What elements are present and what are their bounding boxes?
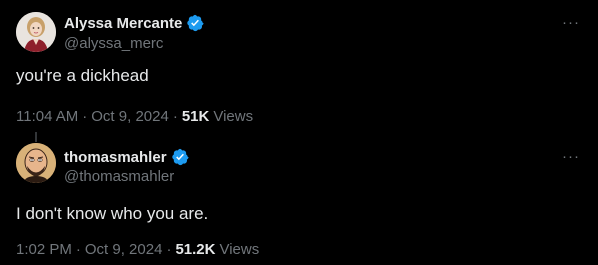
more-options-icon[interactable]: ··· xyxy=(562,14,580,31)
avatar[interactable] xyxy=(16,12,56,52)
views-label: Views xyxy=(219,241,260,258)
separator: · xyxy=(172,108,178,125)
tweet-meta: 1:02 PM · Oct 9, 2024 · 51.2K Views xyxy=(16,241,259,258)
tweet-2[interactable]: thomasmahler @thomasmahler ··· I don't k… xyxy=(0,135,598,265)
avatar[interactable] xyxy=(16,143,56,183)
separator: · xyxy=(75,241,81,258)
tweet-text: you're a dickhead xyxy=(16,66,149,85)
more-options-icon[interactable]: ··· xyxy=(562,148,580,165)
user-handle[interactable]: @alyssa_merc xyxy=(64,35,163,52)
display-name[interactable]: Alyssa Mercante xyxy=(64,15,182,32)
verified-badge-icon[interactable] xyxy=(171,148,189,166)
tweet-time[interactable]: 1:02 PM xyxy=(16,241,72,258)
tweet-date[interactable]: Oct 9, 2024 xyxy=(91,108,169,125)
display-name[interactable]: thomasmahler xyxy=(64,149,167,166)
views-count[interactable]: 51K xyxy=(182,108,210,125)
tweet-meta: 11:04 AM · Oct 9, 2024 · 51K Views xyxy=(16,108,253,125)
separator: · xyxy=(82,108,88,125)
views-count[interactable]: 51.2K xyxy=(175,241,215,258)
avatar-woman-image xyxy=(16,12,56,52)
tweet-1[interactable]: Alyssa Mercante @alyssa_merc ··· you're … xyxy=(0,0,598,135)
tweet-time[interactable]: 11:04 AM xyxy=(16,108,78,125)
verified-badge-icon[interactable] xyxy=(186,14,204,32)
views-label: Views xyxy=(213,108,254,125)
tweet-date[interactable]: Oct 9, 2024 xyxy=(85,241,163,258)
separator: · xyxy=(166,241,172,258)
avatar-bald-man-image xyxy=(16,143,56,183)
tweet-text: I don't know who you are. xyxy=(16,204,209,223)
user-handle[interactable]: @thomasmahler xyxy=(64,168,174,185)
